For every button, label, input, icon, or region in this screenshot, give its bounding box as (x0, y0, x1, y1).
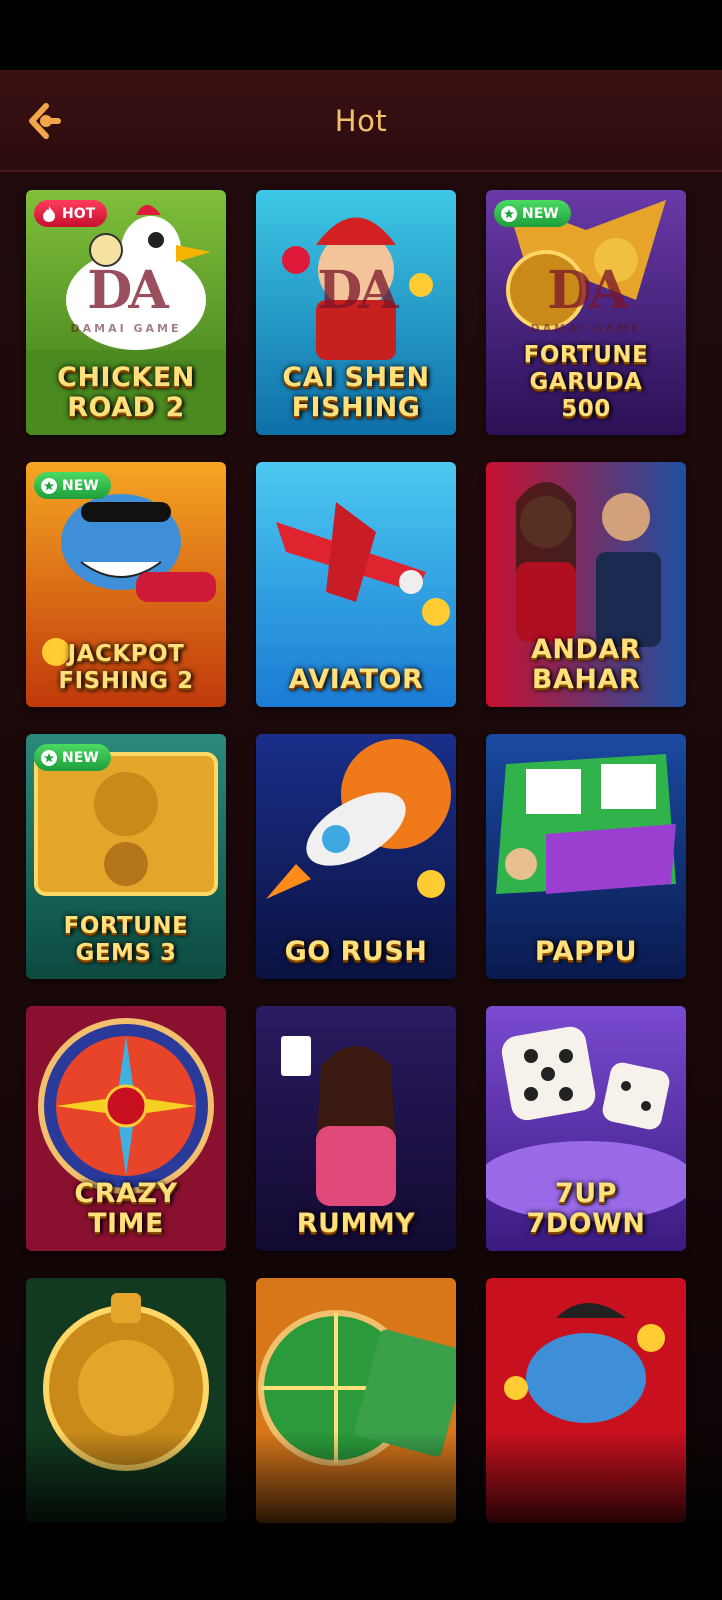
flame-icon (40, 205, 58, 223)
game-title: JACKPOT FISHING 2 (58, 641, 194, 694)
star-icon (500, 205, 518, 223)
game-tile-cai-shen-fishing[interactable]: DA CAI SHEN FISHING (256, 190, 456, 435)
star-icon (40, 749, 58, 767)
hot-badge: HOT (34, 200, 108, 227)
game-title: CAI SHEN FISHING (282, 362, 430, 423)
game-tile-rummy[interactable]: RUMMY (256, 1006, 456, 1251)
game-title: ANDAR BAHAR (530, 634, 642, 695)
game-title: CRAZY TIME (74, 1178, 178, 1239)
new-badge: NEW (494, 200, 571, 227)
game-title: RUMMY (296, 1208, 416, 1239)
game-title: GO RUSH (284, 936, 428, 967)
game-art (256, 1278, 456, 1523)
game-title: AVIATOR (288, 664, 424, 695)
watermark-logo: DA (317, 260, 398, 321)
game-title: FORTUNE GEMS 3 (63, 913, 189, 966)
watermark-text: DAMAI GAME (70, 322, 182, 335)
game-tile-7up-7down[interactable]: 7UP 7DOWN (486, 1006, 686, 1251)
star-icon (40, 477, 58, 495)
game-tile-pappu[interactable]: PAPPU (486, 734, 686, 979)
game-art (26, 1278, 226, 1523)
game-tile-aviator[interactable]: AVIATOR (256, 462, 456, 707)
game-tile-chicken-road-2[interactable]: DA DAMAI GAME HOT CHICKEN ROAD 2 (26, 190, 226, 435)
game-title: FORTUNE GARUDA 500 (523, 342, 649, 422)
game-tile-fortune-gems-3[interactable]: NEW FORTUNE GEMS 3 (26, 734, 226, 979)
watermark-text: DAMAI GAME (530, 322, 642, 335)
badge-label: NEW (522, 205, 559, 222)
watermark-logo: DA (547, 260, 628, 321)
game-title: 7UP 7DOWN (526, 1178, 646, 1239)
game-tile-andar-bahar[interactable]: ANDAR BAHAR (486, 462, 686, 707)
page-title: Hot (334, 104, 388, 138)
game-art (486, 1278, 686, 1523)
badge-label: NEW (62, 477, 99, 494)
game-tile-fortune-garuda-500[interactable]: DA DAMAI GAME NEW FORTUNE GARUDA 500 (486, 190, 686, 435)
top-app-bar: Hot (0, 70, 722, 172)
game-tile-crazy-time[interactable]: CRAZY TIME (26, 1006, 226, 1251)
game-list: DA DAMAI GAME HOT CHICKEN ROAD 2 DA CAI … (0, 172, 722, 1600)
game-title: CHICKEN ROAD 2 (57, 362, 195, 423)
game-tile-go-rush[interactable]: GO RUSH (256, 734, 456, 979)
game-tile-jackpot-fishing-2[interactable]: NEW JACKPOT FISHING 2 (26, 462, 226, 707)
watermark-logo: DA (87, 260, 168, 321)
new-badge: NEW (34, 472, 111, 499)
new-badge: NEW (34, 744, 111, 771)
game-tile-golden-mask[interactable] (26, 1278, 226, 1523)
badge-label: HOT (62, 205, 96, 222)
game-tile-shark-fishing[interactable] (486, 1278, 686, 1523)
game-tile-money-wheel[interactable] (256, 1278, 456, 1523)
game-title: PAPPU (534, 936, 638, 967)
badge-label: NEW (62, 749, 99, 766)
status-bar (0, 0, 722, 70)
